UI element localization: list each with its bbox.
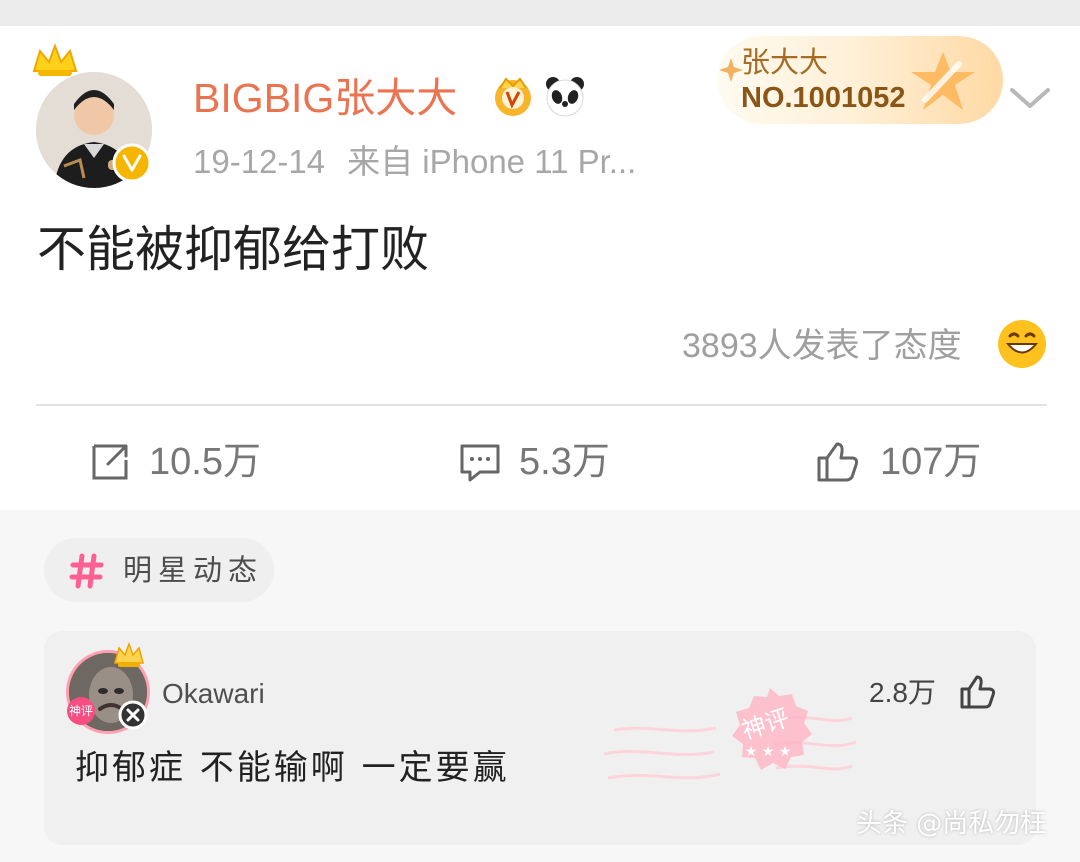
action-divider	[36, 404, 1047, 406]
crown-icon	[32, 43, 78, 76]
svg-text:★ ★ ★: ★ ★ ★	[745, 744, 792, 760]
vip-badge-icon[interactable]	[490, 74, 536, 120]
comment-button[interactable]: 5.3万	[456, 434, 676, 494]
repost-button[interactable]: 10.5万	[86, 434, 306, 494]
post-source: 来自 iPhone 11 Pr...	[347, 143, 637, 180]
like-button[interactable]: 107万	[813, 434, 1033, 494]
top-divider	[0, 0, 1080, 26]
comment-crown-icon	[114, 642, 144, 667]
watermark: 头条 @尚私勿枉	[856, 809, 1047, 839]
comment-count: 5.3万	[519, 441, 610, 483]
like-icon	[817, 442, 859, 482]
topic-label: 明星动态	[123, 553, 264, 587]
fan-card-number: NO.1001052	[741, 82, 906, 114]
comment-like-count: 2.8万	[869, 677, 936, 708]
verified-icon	[112, 143, 152, 183]
commenter-name[interactable]: Okawari	[162, 673, 265, 715]
post-meta: 19-12-14 来自 iPhone 11 Pr...	[193, 140, 636, 184]
post-text: 不能被抑郁给打败	[37, 221, 430, 278]
chevron-down-icon[interactable]	[1006, 82, 1054, 112]
comment-medal-label: 神评	[67, 697, 95, 725]
panda-icon[interactable]	[542, 74, 588, 120]
comment-icon	[460, 444, 500, 482]
laugh-icon[interactable]	[996, 318, 1048, 370]
post-date: 19-12-14	[193, 143, 326, 180]
star-icon	[911, 52, 975, 110]
repost-count: 10.5万	[149, 441, 261, 483]
author-name[interactable]: BIGBIG张大大	[193, 70, 457, 126]
repost-icon	[92, 444, 128, 480]
fan-card-name: 张大大	[741, 47, 829, 79]
comment-text: 抑郁症 不能输啊 一定要赢	[75, 748, 510, 788]
hash-icon	[69, 553, 104, 589]
stamp-seal: 神评 ★ ★ ★	[604, 688, 857, 780]
face-badge-icon	[118, 700, 148, 730]
like-count: 107万	[880, 441, 982, 483]
reaction-count[interactable]: 3893人发表了态度	[682, 322, 982, 370]
comment-like-icon[interactable]	[958, 672, 998, 712]
